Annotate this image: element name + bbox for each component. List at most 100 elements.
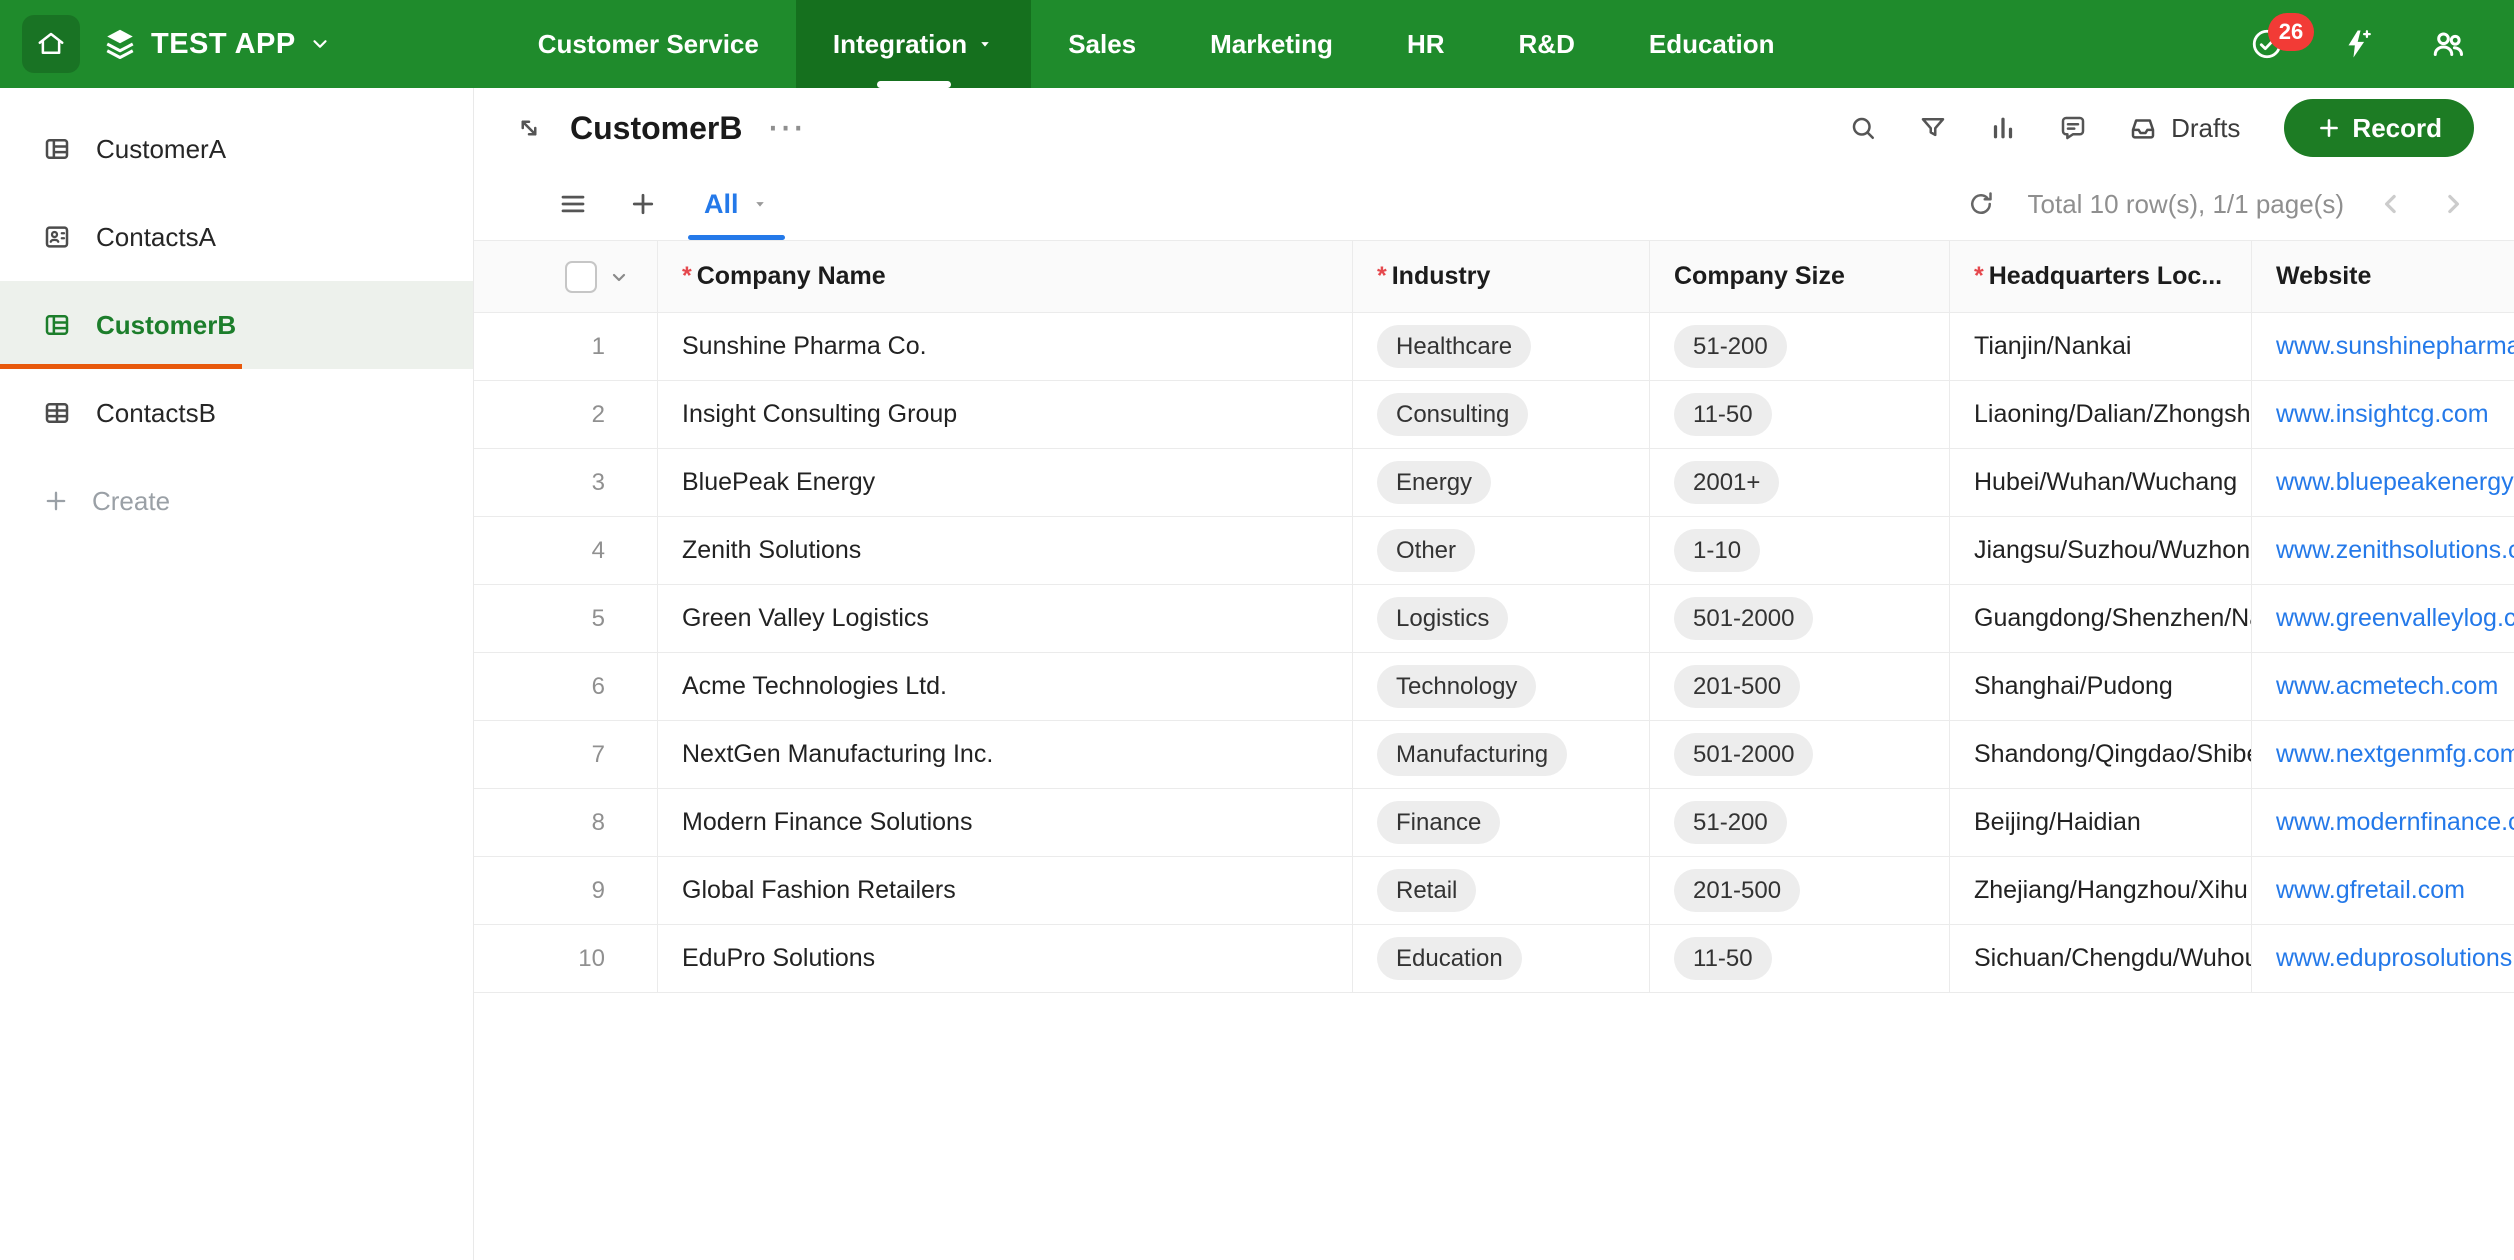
headquarters-cell[interactable]: Jiangsu/Suzhou/Wuzhong bbox=[1950, 517, 2252, 585]
industry-cell[interactable]: Retail bbox=[1353, 857, 1650, 925]
next-page-button[interactable] bbox=[2438, 189, 2468, 219]
sidebar-item-contactsa[interactable]: ContactsA bbox=[0, 193, 473, 281]
website-cell[interactable]: www.nextgenmfg.com bbox=[2252, 721, 2514, 789]
industry-cell[interactable]: Energy bbox=[1353, 449, 1650, 517]
website-cell[interactable]: www.modernfinance.com bbox=[2252, 789, 2514, 857]
headquarters-cell[interactable]: Guangdong/Shenzhen/Nanshan bbox=[1950, 585, 2252, 653]
row-number-cell[interactable]: 6 bbox=[474, 653, 658, 721]
headquarters-cell[interactable]: Zhejiang/Hangzhou/Xihu bbox=[1950, 857, 2252, 925]
more-options-button[interactable]: ⋯ bbox=[766, 109, 806, 147]
website-cell[interactable]: www.sunshinepharma.com bbox=[2252, 313, 2514, 381]
company-size-cell[interactable]: 201-500 bbox=[1650, 653, 1950, 721]
row-number-cell[interactable]: 3 bbox=[474, 449, 658, 517]
industry-cell[interactable]: Technology bbox=[1353, 653, 1650, 721]
tasks-button[interactable]: 26 bbox=[2250, 27, 2284, 61]
refresh-button[interactable] bbox=[1966, 189, 1996, 219]
row-number-cell[interactable]: 8 bbox=[474, 789, 658, 857]
select-all-checkbox[interactable] bbox=[565, 261, 597, 293]
nav-item-marketing[interactable]: Marketing bbox=[1173, 0, 1370, 88]
company-name-cell[interactable]: EduPro Solutions bbox=[658, 925, 1353, 993]
website-cell[interactable]: www.insightcg.com bbox=[2252, 381, 2514, 449]
row-number-cell[interactable]: 10 bbox=[474, 925, 658, 993]
create-table-button[interactable]: Create bbox=[0, 457, 473, 545]
website-link[interactable]: www.greenvalleylog.com bbox=[2276, 604, 2514, 632]
headquarters-cell[interactable]: Tianjin/Nankai bbox=[1950, 313, 2252, 381]
add-record-button[interactable]: Record bbox=[2284, 99, 2474, 157]
column-header-industry[interactable]: *Industry bbox=[1353, 241, 1650, 313]
headquarters-cell[interactable]: Liaoning/Dalian/Zhongshan bbox=[1950, 381, 2252, 449]
automation-button[interactable] bbox=[2340, 27, 2374, 61]
website-cell[interactable]: www.gfretail.com bbox=[2252, 857, 2514, 925]
sidebar-item-customerb[interactable]: CustomerB bbox=[0, 281, 473, 369]
company-name-cell[interactable]: NextGen Manufacturing Inc. bbox=[658, 721, 1353, 789]
nav-item-integration[interactable]: Integration bbox=[796, 0, 1031, 88]
website-link[interactable]: www.zenithsolutions.com bbox=[2276, 536, 2514, 564]
nav-item-hr[interactable]: HR bbox=[1370, 0, 1482, 88]
chevron-down-icon[interactable] bbox=[607, 265, 631, 289]
collapse-view-button[interactable] bbox=[514, 113, 544, 143]
company-size-cell[interactable]: 1-10 bbox=[1650, 517, 1950, 585]
column-header-hq[interactable]: *Headquarters Loc... bbox=[1950, 241, 2252, 313]
view-list-button[interactable] bbox=[558, 189, 588, 219]
chart-button[interactable] bbox=[1988, 113, 2018, 143]
website-cell[interactable]: www.acmetech.com bbox=[2252, 653, 2514, 721]
website-link[interactable]: www.acmetech.com bbox=[2276, 672, 2498, 700]
company-size-cell[interactable]: 501-2000 bbox=[1650, 721, 1950, 789]
headquarters-cell[interactable]: Shanghai/Pudong bbox=[1950, 653, 2252, 721]
view-tab-all[interactable]: All bbox=[698, 168, 775, 240]
company-name-cell[interactable]: Insight Consulting Group bbox=[658, 381, 1353, 449]
sidebar-item-customera[interactable]: CustomerA bbox=[0, 105, 473, 193]
industry-cell[interactable]: Education bbox=[1353, 925, 1650, 993]
industry-cell[interactable]: Consulting bbox=[1353, 381, 1650, 449]
website-link[interactable]: www.bluepeakenergy.com bbox=[2276, 468, 2514, 496]
company-size-cell[interactable]: 51-200 bbox=[1650, 789, 1950, 857]
website-link[interactable]: www.sunshinepharma.com bbox=[2276, 332, 2514, 360]
app-switcher[interactable]: TEST APP bbox=[102, 26, 331, 62]
company-name-cell[interactable]: BluePeak Energy bbox=[658, 449, 1353, 517]
company-size-cell[interactable]: 201-500 bbox=[1650, 857, 1950, 925]
row-number-cell[interactable]: 2 bbox=[474, 381, 658, 449]
headquarters-cell[interactable]: Beijing/Haidian bbox=[1950, 789, 2252, 857]
company-size-cell[interactable]: 11-50 bbox=[1650, 381, 1950, 449]
add-view-button[interactable] bbox=[628, 189, 658, 219]
company-name-cell[interactable]: Acme Technologies Ltd. bbox=[658, 653, 1353, 721]
company-name-cell[interactable]: Sunshine Pharma Co. bbox=[658, 313, 1353, 381]
website-link[interactable]: www.eduprosolutions.com bbox=[2276, 944, 2514, 972]
company-name-cell[interactable]: Zenith Solutions bbox=[658, 517, 1353, 585]
website-cell[interactable]: www.zenithsolutions.com bbox=[2252, 517, 2514, 585]
company-size-cell[interactable]: 2001+ bbox=[1650, 449, 1950, 517]
nav-item-sales[interactable]: Sales bbox=[1031, 0, 1173, 88]
sidebar-item-contactsb[interactable]: ContactsB bbox=[0, 369, 473, 457]
row-number-cell[interactable]: 7 bbox=[474, 721, 658, 789]
industry-cell[interactable]: Finance bbox=[1353, 789, 1650, 857]
collaborators-button[interactable] bbox=[2430, 26, 2466, 62]
filter-button[interactable] bbox=[1918, 113, 1948, 143]
headquarters-cell[interactable]: Hubei/Wuhan/Wuchang bbox=[1950, 449, 2252, 517]
column-header-company[interactable]: *Company Name bbox=[658, 241, 1353, 313]
company-size-cell[interactable]: 51-200 bbox=[1650, 313, 1950, 381]
industry-cell[interactable]: Manufacturing bbox=[1353, 721, 1650, 789]
website-cell[interactable]: www.bluepeakenergy.com bbox=[2252, 449, 2514, 517]
row-number-cell[interactable]: 1 bbox=[474, 313, 658, 381]
website-link[interactable]: www.insightcg.com bbox=[2276, 400, 2489, 428]
website-cell[interactable]: www.eduprosolutions.com bbox=[2252, 925, 2514, 993]
column-header-size[interactable]: Company Size bbox=[1650, 241, 1950, 313]
company-size-cell[interactable]: 501-2000 bbox=[1650, 585, 1950, 653]
nav-item-customer-service[interactable]: Customer Service bbox=[501, 0, 796, 88]
industry-cell[interactable]: Logistics bbox=[1353, 585, 1650, 653]
column-header-website[interactable]: Website bbox=[2252, 241, 2514, 313]
headquarters-cell[interactable]: Shandong/Qingdao/Shibei bbox=[1950, 721, 2252, 789]
industry-cell[interactable]: Healthcare bbox=[1353, 313, 1650, 381]
search-button[interactable] bbox=[1848, 113, 1878, 143]
home-button[interactable] bbox=[22, 15, 80, 73]
company-name-cell[interactable]: Modern Finance Solutions bbox=[658, 789, 1353, 857]
row-number-cell[interactable]: 9 bbox=[474, 857, 658, 925]
company-name-cell[interactable]: Global Fashion Retailers bbox=[658, 857, 1353, 925]
comments-button[interactable] bbox=[2058, 113, 2088, 143]
industry-cell[interactable]: Other bbox=[1353, 517, 1650, 585]
website-link[interactable]: www.modernfinance.com bbox=[2276, 808, 2514, 836]
website-cell[interactable]: www.greenvalleylog.com bbox=[2252, 585, 2514, 653]
company-name-cell[interactable]: Green Valley Logistics bbox=[658, 585, 1353, 653]
drafts-button[interactable]: Drafts bbox=[2128, 113, 2240, 144]
previous-page-button[interactable] bbox=[2376, 189, 2406, 219]
